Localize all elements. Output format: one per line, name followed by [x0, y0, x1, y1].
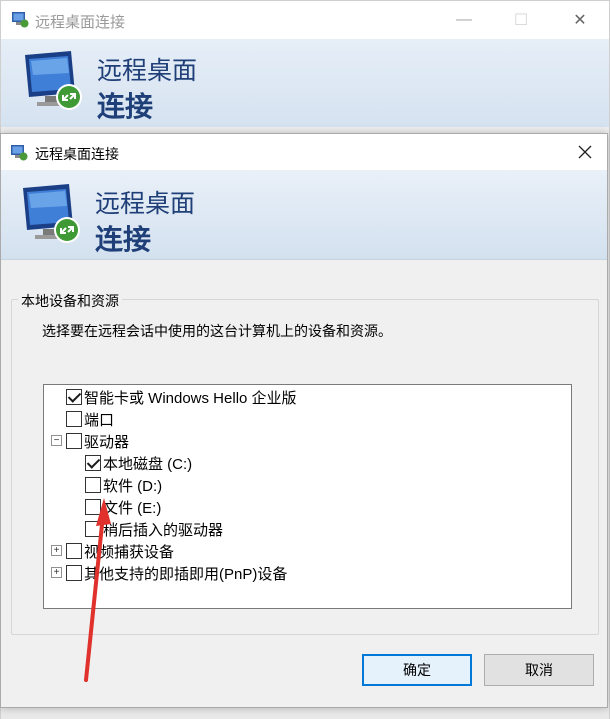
tree-item-checkbox[interactable] — [66, 543, 82, 559]
tree-item-checkbox[interactable] — [85, 477, 101, 493]
tree-item[interactable]: 智能卡或 Windows Hello 企业版 — [66, 386, 297, 408]
remote-desktop-monitor-icon — [23, 184, 80, 243]
maximize-button[interactable]: ☐ — [498, 1, 544, 39]
tree-item-label: 驱动器 — [84, 433, 130, 451]
dialog-title: 远程桌面连接 — [35, 146, 119, 162]
tree-item-checkbox[interactable] — [66, 411, 82, 427]
tree-item-label: 文件 (E:) — [103, 499, 162, 517]
tree-item-checkbox[interactable] — [66, 433, 82, 449]
dialog-banner: 远程桌面 连接 — [1, 170, 607, 260]
tree-item-label: 智能卡或 Windows Hello 企业版 — [84, 389, 297, 407]
tree-item-checkbox[interactable] — [85, 455, 101, 471]
tree-item[interactable]: 软件 (D:) — [85, 474, 162, 496]
tree-item[interactable]: + 其他支持的即插即用(PnP)设备 — [51, 562, 288, 584]
tree-item-checkbox[interactable] — [66, 389, 82, 405]
remote-desktop-monitor-icon — [25, 51, 82, 110]
tree-item-checkbox[interactable] — [66, 565, 82, 581]
tree-item[interactable]: 稍后插入的驱动器 — [85, 518, 223, 540]
device-tree[interactable]: 智能卡或 Windows Hello 企业版 端口 − 驱动器本地磁盘 (C:) 软件 … — [43, 384, 572, 609]
tree-item-checkbox[interactable] — [85, 521, 101, 537]
tree-item[interactable]: + 视频捕获设备 — [51, 540, 175, 562]
minimize-button[interactable]: — — [441, 1, 487, 39]
local-resources-dialog: 远程桌面连接 远程桌面 连接 本地设备和资源 选择要在远程会话中使用的这台计算机… — [0, 133, 608, 708]
maximize-icon: ☐ — [513, 12, 529, 29]
tree-item-label: 软件 (D:) — [103, 477, 163, 495]
ok-button[interactable]: 确定 — [362, 654, 472, 686]
collapse-icon[interactable]: − — [51, 435, 62, 446]
tree-item[interactable]: − 驱动器 — [51, 430, 130, 452]
cancel-button[interactable]: 取消 — [484, 654, 594, 686]
background-window-title: 远程桌面连接 — [35, 14, 126, 31]
local-devices-groupbox: 本地设备和资源 选择要在远程会话中使用的这台计算机上的设备和资源。 智能卡或 W… — [11, 291, 599, 635]
dialog-titlebar: 远程桌面连接 — [1, 134, 607, 170]
tree-item-label: 本地磁盘 (C:) — [103, 455, 193, 473]
tree-item[interactable]: 文件 (E:) — [85, 496, 161, 518]
tree-item-label: 视频捕获设备 — [84, 543, 175, 561]
dialog-banner-title-line2: 连接 — [95, 224, 152, 255]
expand-icon[interactable]: + — [51, 545, 62, 556]
tree-item-label: 端口 — [84, 411, 115, 429]
close-icon: ✕ — [573, 12, 587, 29]
banner-title-line2: 连接 — [97, 91, 154, 122]
background-banner: 远程桌面 连接 — [1, 39, 609, 127]
tree-item-checkbox[interactable] — [85, 499, 101, 515]
remote-desktop-icon — [12, 12, 29, 28]
background-bottom-strip — [1, 707, 609, 719]
tree-item-label: 其他支持的即插即用(PnP)设备 — [84, 565, 288, 583]
remote-desktop-icon — [11, 145, 28, 161]
close-icon — [578, 145, 592, 159]
banner-title-line1: 远程桌面 — [97, 57, 198, 85]
tree-item[interactable]: 本地磁盘 (C:) — [85, 452, 192, 474]
background-titlebar: 远程桌面连接 — ☐ ✕ — [1, 1, 609, 39]
dialog-close-button[interactable] — [563, 134, 607, 170]
background-close-button[interactable]: ✕ — [557, 1, 603, 39]
tree-item-label: 稍后插入的驱动器 — [103, 521, 224, 539]
tree-item[interactable]: 端口 — [66, 408, 114, 430]
minimize-icon: — — [456, 11, 472, 28]
expand-icon[interactable]: + — [51, 567, 62, 578]
groupbox-description: 选择要在远程会话中使用的这台计算机上的设备和资源。 — [42, 323, 392, 339]
groupbox-legend: 本地设备和资源 — [18, 291, 122, 311]
dialog-banner-title-line1: 远程桌面 — [95, 190, 196, 218]
